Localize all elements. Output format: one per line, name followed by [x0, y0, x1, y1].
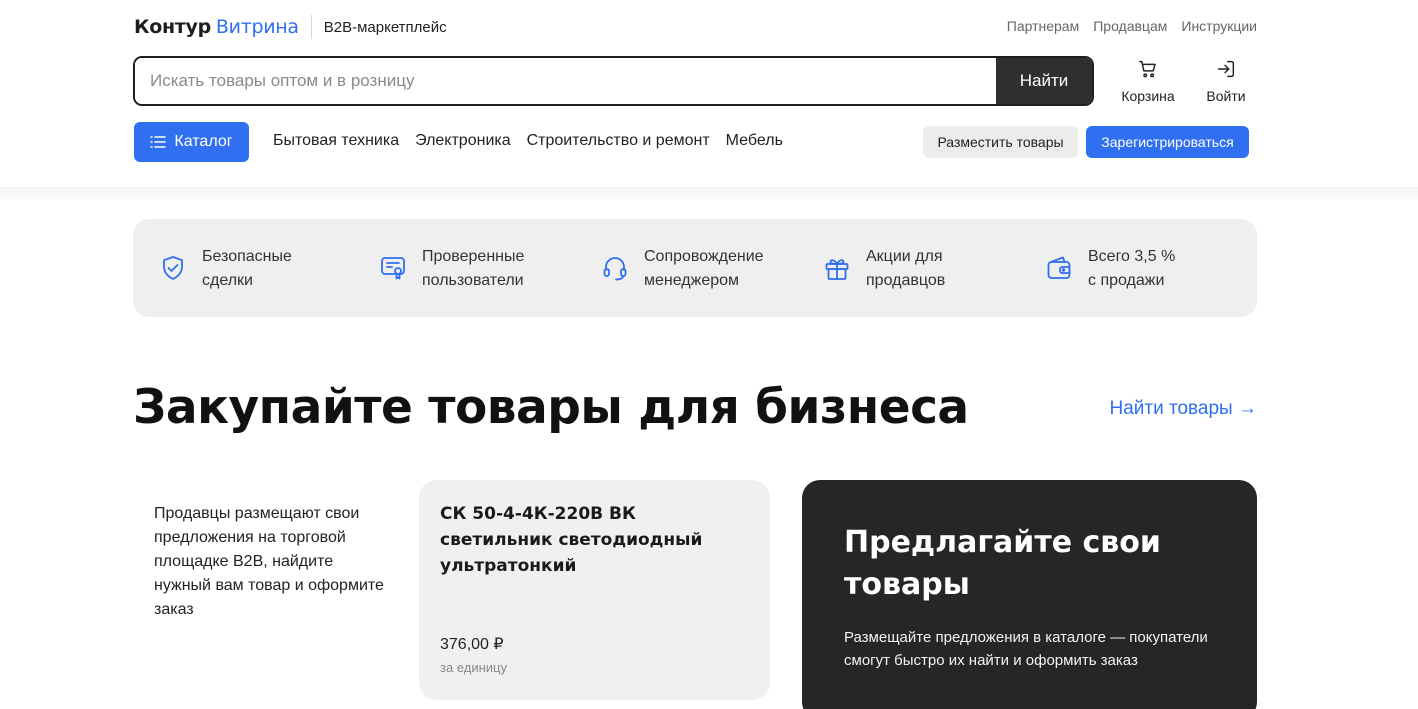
header-divider	[0, 187, 1418, 199]
login-button[interactable]: Войти	[1191, 58, 1261, 104]
feature-line1: Всего 3,5 %	[1088, 248, 1176, 265]
page-title: Закупайте товары для бизнеса	[133, 380, 969, 435]
shield-check-icon	[163, 256, 183, 280]
feature-safe-deals: Безопасные сделки	[159, 245, 352, 293]
logo[interactable]: Контур Витрина B2B-маркетплейс	[134, 14, 447, 40]
site-header: Контур Витрина B2B-маркетплейс Партнерам…	[0, 0, 1418, 187]
product-card[interactable]: СК 50-4-4К-220В ВК светильник светодиодн…	[419, 480, 770, 700]
top-links: Партнерам Продавцам Инструкции	[1007, 18, 1257, 34]
feature-manager-support: Сопровождение менеджером	[601, 245, 794, 293]
cart-label: Корзина	[1121, 88, 1175, 104]
feature-line1: Проверенные	[422, 248, 525, 265]
wallet-icon	[1047, 256, 1071, 279]
place-goods-button[interactable]: Разместить товары	[923, 126, 1078, 158]
certificate-icon	[381, 257, 405, 280]
nav-item-appliances[interactable]: Бытовая техника	[273, 132, 399, 150]
nav-item-furniture[interactable]: Мебель	[726, 132, 783, 150]
gift-icon	[825, 259, 849, 280]
feature-verified-users: Проверенные пользователи	[379, 245, 572, 293]
feature-line2: с продажи	[1088, 272, 1165, 289]
product-unit: за единицу	[440, 660, 507, 675]
top-link-partners[interactable]: Партнерам	[1007, 18, 1079, 34]
menu-list-icon	[150, 136, 167, 148]
product-price: 376,00 ₽	[440, 636, 504, 653]
feature-line2: пользователи	[422, 272, 524, 289]
feature-commission: Всего 3,5 % с продажи	[1045, 245, 1238, 293]
feature-line1: Акции для	[866, 248, 943, 265]
offer-title: Предлагайте свои товары	[844, 525, 1161, 602]
nav-item-construction[interactable]: Строительство и ремонт	[527, 132, 710, 150]
logo-divider	[310, 15, 312, 39]
logo-kontur: Контур	[134, 16, 211, 38]
login-label: Войти	[1206, 88, 1246, 104]
intro-text: Продавцы размещают свои предложения на т…	[154, 505, 384, 618]
cart-icon	[1139, 60, 1156, 78]
find-goods-link[interactable]: Найти товары →	[1109, 398, 1257, 420]
login-icon	[1217, 60, 1235, 78]
product-name: СК 50-4-4К-220В ВК светильник светодиодн…	[440, 504, 703, 576]
logo-tagline: B2B-маркетплейс	[323, 18, 447, 36]
feature-seller-promos: Акции для продавцов	[823, 245, 1016, 293]
headset-icon	[603, 257, 627, 281]
top-link-instructions[interactable]: Инструкции	[1181, 18, 1257, 34]
top-link-sellers[interactable]: Продавцам	[1093, 18, 1167, 34]
feature-line2: менеджером	[644, 272, 740, 289]
feature-line2: продавцов	[866, 272, 946, 289]
feature-line1: Сопровождение	[644, 248, 764, 265]
search-bar: Найти	[133, 56, 1094, 106]
nav-item-electronics[interactable]: Электроника	[415, 132, 511, 150]
logo-vitrina: Витрина	[215, 16, 299, 38]
category-nav: Бытовая техника Электроника Строительств…	[273, 132, 783, 150]
catalog-label: Каталог	[174, 133, 233, 150]
search-button[interactable]: Найти	[996, 58, 1092, 104]
cart-button[interactable]: Корзина	[1113, 58, 1183, 104]
register-button[interactable]: Зарегистрироваться	[1086, 126, 1249, 158]
features-panel: Безопасные сделки Проверенные пользовате…	[133, 219, 1257, 317]
search-input[interactable]	[135, 58, 996, 104]
catalog-button[interactable]: Каталог	[134, 122, 249, 162]
offer-card[interactable]: Предлагайте свои товары Размещайте предл…	[802, 480, 1257, 709]
offer-text: Размещайте предложения в каталоге — поку…	[844, 629, 1208, 669]
feature-line2: сделки	[202, 272, 253, 289]
feature-line1: Безопасные	[202, 248, 292, 265]
